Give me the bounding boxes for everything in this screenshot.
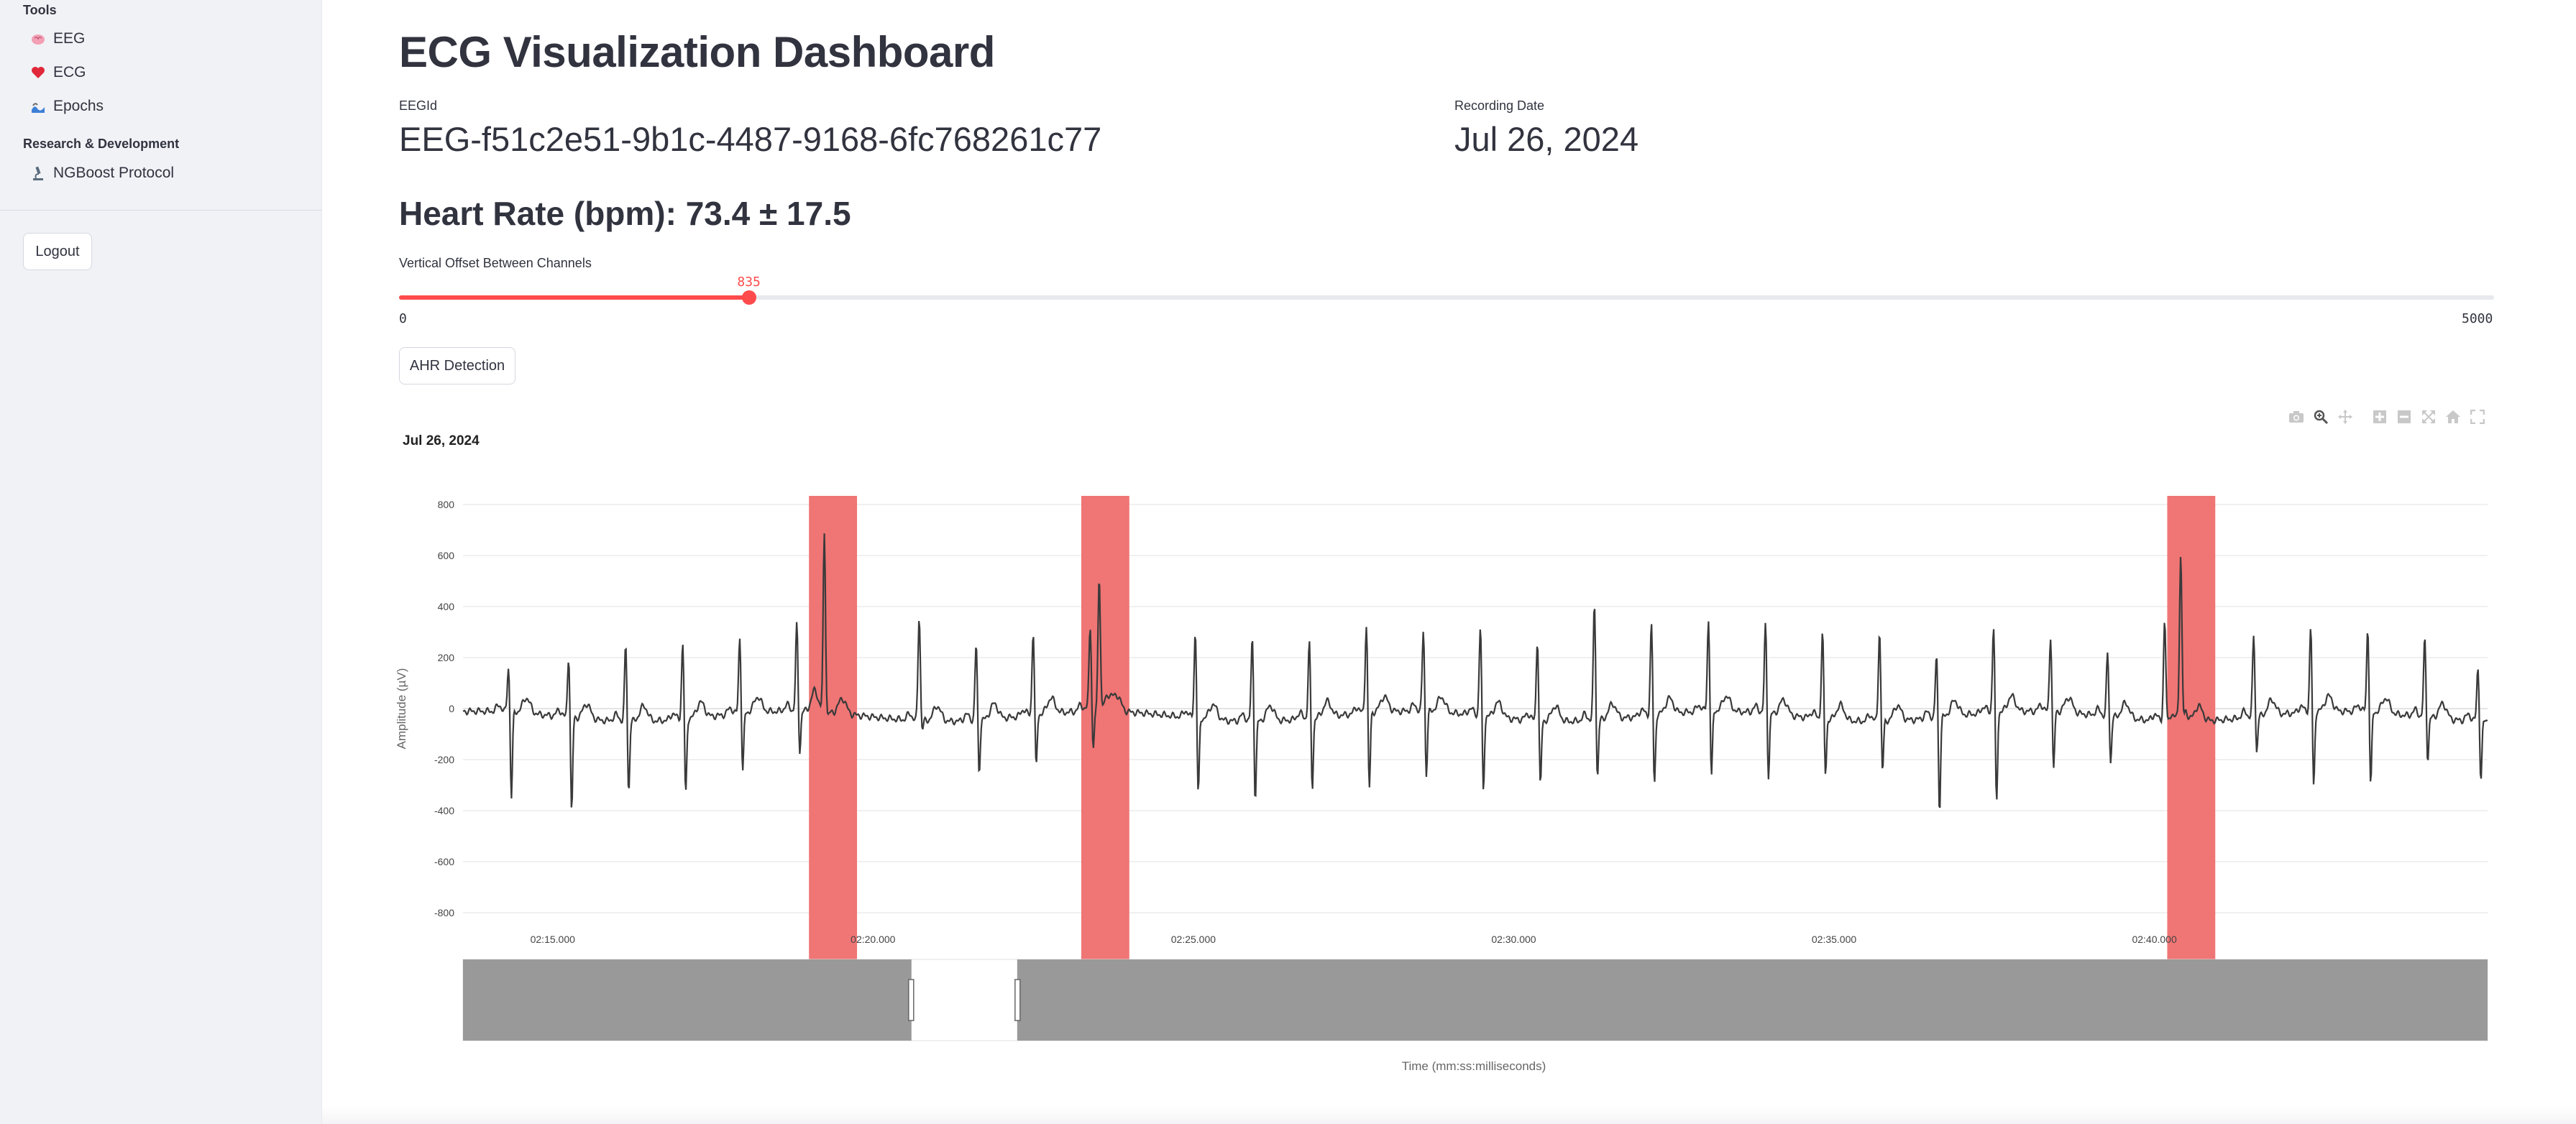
waves-icon <box>30 98 46 114</box>
ahr-region <box>809 496 858 990</box>
microscope-icon <box>30 165 46 181</box>
range-slider[interactable] <box>462 959 2488 1041</box>
y-tick-label: -800 <box>434 907 454 918</box>
y-axis-label: Amplitude (µV) <box>395 668 408 750</box>
sidebar-item-label: EEG <box>53 30 86 47</box>
y-tick-label: -400 <box>434 805 454 816</box>
slider-thumb[interactable] <box>741 290 756 305</box>
slider-label: Vertical Offset Between Channels <box>399 256 592 270</box>
sidebar-item-epochs[interactable]: Epochs <box>30 98 104 115</box>
sidebar-item-label: NGBoost Protocol <box>53 165 175 181</box>
x-tick-label: 02:40.000 <box>2132 934 2176 945</box>
x-tick-label: 02:25.000 <box>1171 934 1216 945</box>
sidebar-section-research: Research & Development <box>23 137 180 151</box>
y-tick-label: -600 <box>434 856 454 867</box>
sidebar-section-tools: Tools <box>23 3 57 17</box>
x-tick-label: 02:20.000 <box>851 934 895 945</box>
rangeslider-handle-left[interactable] <box>908 979 915 1021</box>
logout-button[interactable]: Logout <box>23 233 92 270</box>
sidebar: Tools EEG ECG Epochs Research & Developm… <box>0 0 322 1124</box>
eegid-label: EEGId <box>399 98 438 113</box>
x-tick-label: 02:30.000 <box>1491 934 1536 945</box>
bottom-fade <box>322 1107 2576 1124</box>
recording-date-value: Jul 26, 2024 <box>1454 120 1639 158</box>
chart-title: Jul 26, 2024 <box>403 433 480 448</box>
x-axis-label: Time (mm:ss:milliseconds) <box>1402 1059 1546 1073</box>
x-tick-label: 02:15.000 <box>531 934 575 945</box>
sidebar-item-label: Epochs <box>53 98 104 114</box>
ahr-highlight-regions <box>809 496 2216 990</box>
eegid-value: EEG-f51c2e51-9b1c-4487-9168-6fc768261c77 <box>399 120 1102 158</box>
x-axis-ticks: 02:15.000 02:20.000 02:25.000 02:30.000 02:3… <box>531 934 2177 945</box>
y-tick-label: 0 <box>449 703 454 714</box>
page-title: ECG Visualization Dashboard <box>399 28 995 76</box>
sidebar-item-label: ECG <box>53 64 86 80</box>
rangeslider-handle-right[interactable] <box>1014 979 1021 1021</box>
brain-icon <box>30 31 46 47</box>
rangeslider-mask-left <box>463 959 912 1041</box>
ahr-detection-button[interactable]: AHR Detection <box>399 347 515 384</box>
recording-date-label: Recording Date <box>1454 98 1545 113</box>
x-tick-label: 02:35.000 <box>1812 934 1856 945</box>
y-tick-label: 600 <box>438 550 455 561</box>
slider-value: 835 <box>737 275 761 290</box>
y-tick-label: -200 <box>434 754 454 765</box>
rangeslider-mask-right <box>1017 959 2488 1041</box>
sidebar-item-ngboost-protocol[interactable]: NGBoost Protocol <box>30 165 174 182</box>
y-tick-label: 400 <box>438 601 455 612</box>
y-tick-label: 800 <box>438 499 455 510</box>
y-axis-ticks: 800 600 400 200 0 -200 -400 -600 -800 <box>434 499 454 918</box>
heart-rate-heading: Heart Rate (bpm): 73.4 ± 17.5 <box>399 195 851 232</box>
sidebar-item-eeg[interactable]: EEG <box>30 30 85 47</box>
ecg-chart[interactable]: Jul 26, 2024 800 600 400 200 0 -200 -400 -600 -8… <box>388 424 2509 1085</box>
ahr-region <box>2167 496 2216 990</box>
y-tick-label: 200 <box>438 652 455 663</box>
sidebar-divider <box>0 210 322 211</box>
sidebar-item-ecg[interactable]: ECG <box>30 64 86 81</box>
slider-fill <box>399 295 749 300</box>
ahr-region <box>1081 496 1129 990</box>
slider-max-label: 5000 <box>2462 311 2493 326</box>
slider-min-label: 0 <box>399 311 407 326</box>
heart-icon <box>30 65 46 80</box>
